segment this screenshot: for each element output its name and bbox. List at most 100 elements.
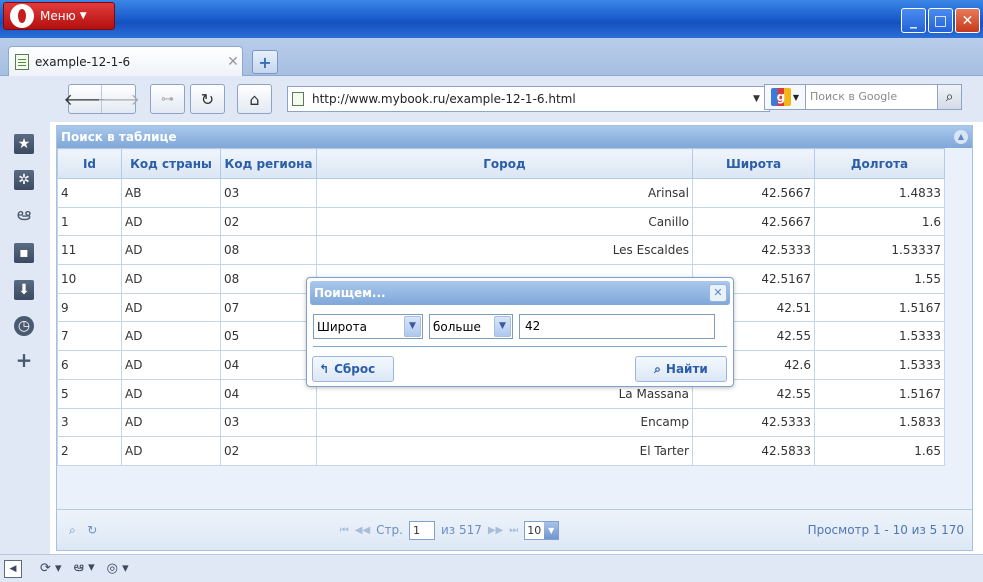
maximize-button[interactable]: □ bbox=[928, 8, 953, 33]
cell-longitude: 1.6 bbox=[814, 206, 945, 237]
history-buttons: 🡐 🡒 bbox=[64, 84, 140, 114]
notes-icon[interactable]: ▪ bbox=[14, 243, 34, 263]
tab-bar: example-12-1-6 ✕ + ♻ bbox=[0, 38, 983, 106]
records-info: Просмотр 1 - 10 из 5 170 bbox=[807, 523, 964, 537]
cell-id: 5 bbox=[57, 378, 122, 409]
page-number-input[interactable]: 1 bbox=[408, 520, 435, 540]
unite-icon[interactable]: ఆ bbox=[14, 204, 34, 226]
cell-latitude: 42.5333 bbox=[692, 235, 815, 266]
cell-region: 08 bbox=[220, 235, 317, 266]
reset-button-label: Сброс bbox=[334, 362, 376, 376]
next-page-icon[interactable]: ▶▶ bbox=[488, 525, 503, 536]
history-clock-icon[interactable]: ◷ bbox=[14, 316, 34, 336]
cell-id: 4 bbox=[57, 178, 122, 208]
undo-icon: ↰ bbox=[319, 362, 330, 376]
cell-longitude: 1.5333 bbox=[814, 321, 945, 352]
home-button[interactable]: ⌂ bbox=[238, 85, 271, 113]
table-row[interactable]: 2 AD 02 El Tarter 42.5833 1.65 bbox=[57, 436, 945, 466]
wand-buttons: ⊶ bbox=[150, 84, 185, 114]
widgets-icon[interactable]: ✲ bbox=[14, 170, 34, 190]
column-header-region[interactable]: Код региона bbox=[220, 148, 317, 179]
table-row[interactable]: 1 AD 02 Canillo 42.5667 1.6 bbox=[57, 206, 945, 237]
cell-country: AD bbox=[121, 321, 221, 352]
cell-latitude: 42.5833 bbox=[692, 436, 815, 466]
column-header-longitude[interactable]: Долгота bbox=[814, 148, 945, 179]
table-row[interactable]: 3 AD 03 Encamp 42.5333 1.5833 bbox=[57, 407, 945, 438]
column-header-latitude[interactable]: Широта bbox=[692, 148, 815, 179]
chevron-down-icon: ▼ bbox=[544, 521, 559, 539]
cell-region: 04 bbox=[220, 350, 317, 380]
cell-city: Arinsal bbox=[316, 178, 693, 208]
cell-city: El Tarter bbox=[316, 436, 693, 466]
cell-latitude: 42.5667 bbox=[692, 206, 815, 237]
close-icon[interactable]: ✕ bbox=[709, 284, 727, 302]
operator-select-value: больше bbox=[433, 319, 481, 334]
header-row: Id Код страны Код региона Город Широта Д… bbox=[57, 148, 945, 179]
cell-country: AD bbox=[121, 407, 221, 438]
search-icon: ⌕ bbox=[654, 361, 661, 376]
cell-city: Canillo bbox=[316, 206, 693, 237]
cell-region: 02 bbox=[220, 206, 317, 237]
opera-menu-button[interactable]: Меню ▼ bbox=[3, 2, 115, 30]
downloads-icon[interactable]: ⬇ bbox=[14, 280, 34, 300]
dialog-title-bar[interactable]: Поищем... ✕ bbox=[310, 281, 730, 305]
reload-button[interactable]: ↻ bbox=[191, 85, 224, 113]
first-page-icon[interactable]: ⏮ bbox=[340, 525, 349, 536]
toggle-panel-icon[interactable]: ◀ bbox=[4, 559, 22, 578]
search-icon[interactable]: ⌕ bbox=[938, 84, 962, 110]
cell-region: 04 bbox=[220, 378, 317, 409]
cell-longitude: 1.4833 bbox=[814, 178, 945, 208]
address-bar[interactable]: http://www.mybook.ru/example-12-1-6.html… bbox=[287, 86, 770, 112]
column-header-country[interactable]: Код страны bbox=[121, 148, 221, 179]
google-icon: g bbox=[770, 88, 791, 106]
refresh-icon[interactable]: ↻ bbox=[87, 523, 97, 537]
column-header-city[interactable]: Город bbox=[316, 148, 693, 179]
new-tab-button[interactable]: + bbox=[252, 50, 278, 74]
grid-caption-text: Поиск в таблице bbox=[61, 130, 177, 144]
reset-button[interactable]: ↰ Сброс bbox=[312, 356, 394, 382]
find-button[interactable]: ⌕ Найти bbox=[635, 356, 727, 382]
add-panel-icon[interactable]: + bbox=[14, 348, 34, 372]
rows-per-page-select[interactable]: 10 ▼ bbox=[524, 520, 560, 540]
wand-key-icon[interactable]: ⊶ bbox=[151, 85, 184, 113]
search-icon[interactable]: ⌕ bbox=[69, 523, 76, 537]
operator-select[interactable]: больше ▼ bbox=[429, 314, 513, 339]
cell-region: 05 bbox=[220, 321, 317, 352]
last-page-icon[interactable]: ⏭ bbox=[509, 525, 518, 536]
cell-id: 1 bbox=[57, 206, 122, 237]
menu-label: Меню bbox=[40, 9, 76, 23]
minimize-button[interactable]: _ bbox=[901, 8, 926, 33]
field-select[interactable]: Широта ▼ bbox=[313, 314, 423, 339]
prev-page-icon[interactable]: ◀◀ bbox=[355, 525, 370, 536]
cell-country: AD bbox=[121, 206, 221, 237]
cell-region: 02 bbox=[220, 436, 317, 466]
cell-longitude: 1.5833 bbox=[814, 407, 945, 438]
cell-city: Encamp bbox=[316, 407, 693, 438]
chevron-down-icon: ▼ bbox=[792, 92, 800, 102]
turbo-icon[interactable]: ◎ ▾ bbox=[107, 561, 129, 576]
cell-longitude: 1.53337 bbox=[814, 235, 945, 266]
page-label: Стр. bbox=[376, 523, 403, 537]
dialog-title: Поищем... bbox=[314, 286, 386, 300]
column-header-id[interactable]: Id bbox=[57, 148, 122, 179]
tab-example[interactable]: example-12-1-6 ✕ bbox=[8, 46, 243, 76]
cell-latitude: 42.5667 bbox=[692, 178, 815, 208]
search-engine-selector[interactable]: g ▼ bbox=[764, 84, 806, 110]
search-input[interactable]: Поиск в Google bbox=[806, 84, 938, 110]
table-row[interactable]: 4 AB 03 Arinsal 42.5667 1.4833 bbox=[57, 178, 945, 208]
unite-status-icon[interactable]: ఆ ▾ bbox=[74, 560, 95, 578]
bookmarks-icon[interactable]: ★ bbox=[14, 134, 34, 154]
table-row[interactable]: 11 AD 08 Les Escaldes 42.5333 1.53337 bbox=[57, 235, 945, 266]
close-tab-icon[interactable]: ✕ bbox=[224, 54, 242, 70]
cell-longitude: 1.5333 bbox=[814, 350, 945, 380]
chevron-down-icon: ▼ bbox=[404, 316, 421, 337]
collapse-icon[interactable]: ▲ bbox=[954, 130, 968, 144]
sync-icon[interactable]: ⟳ ▾ bbox=[40, 561, 62, 576]
page-count: из 517 bbox=[440, 523, 482, 537]
forward-button[interactable]: 🡒 bbox=[97, 85, 140, 113]
cell-longitude: 1.55 bbox=[814, 264, 945, 294]
cell-id: 3 bbox=[57, 407, 122, 438]
close-window-button[interactable]: ✕ bbox=[955, 8, 980, 33]
reload-group: ↻ bbox=[190, 84, 225, 114]
search-value-input[interactable]: 42 bbox=[519, 314, 715, 339]
